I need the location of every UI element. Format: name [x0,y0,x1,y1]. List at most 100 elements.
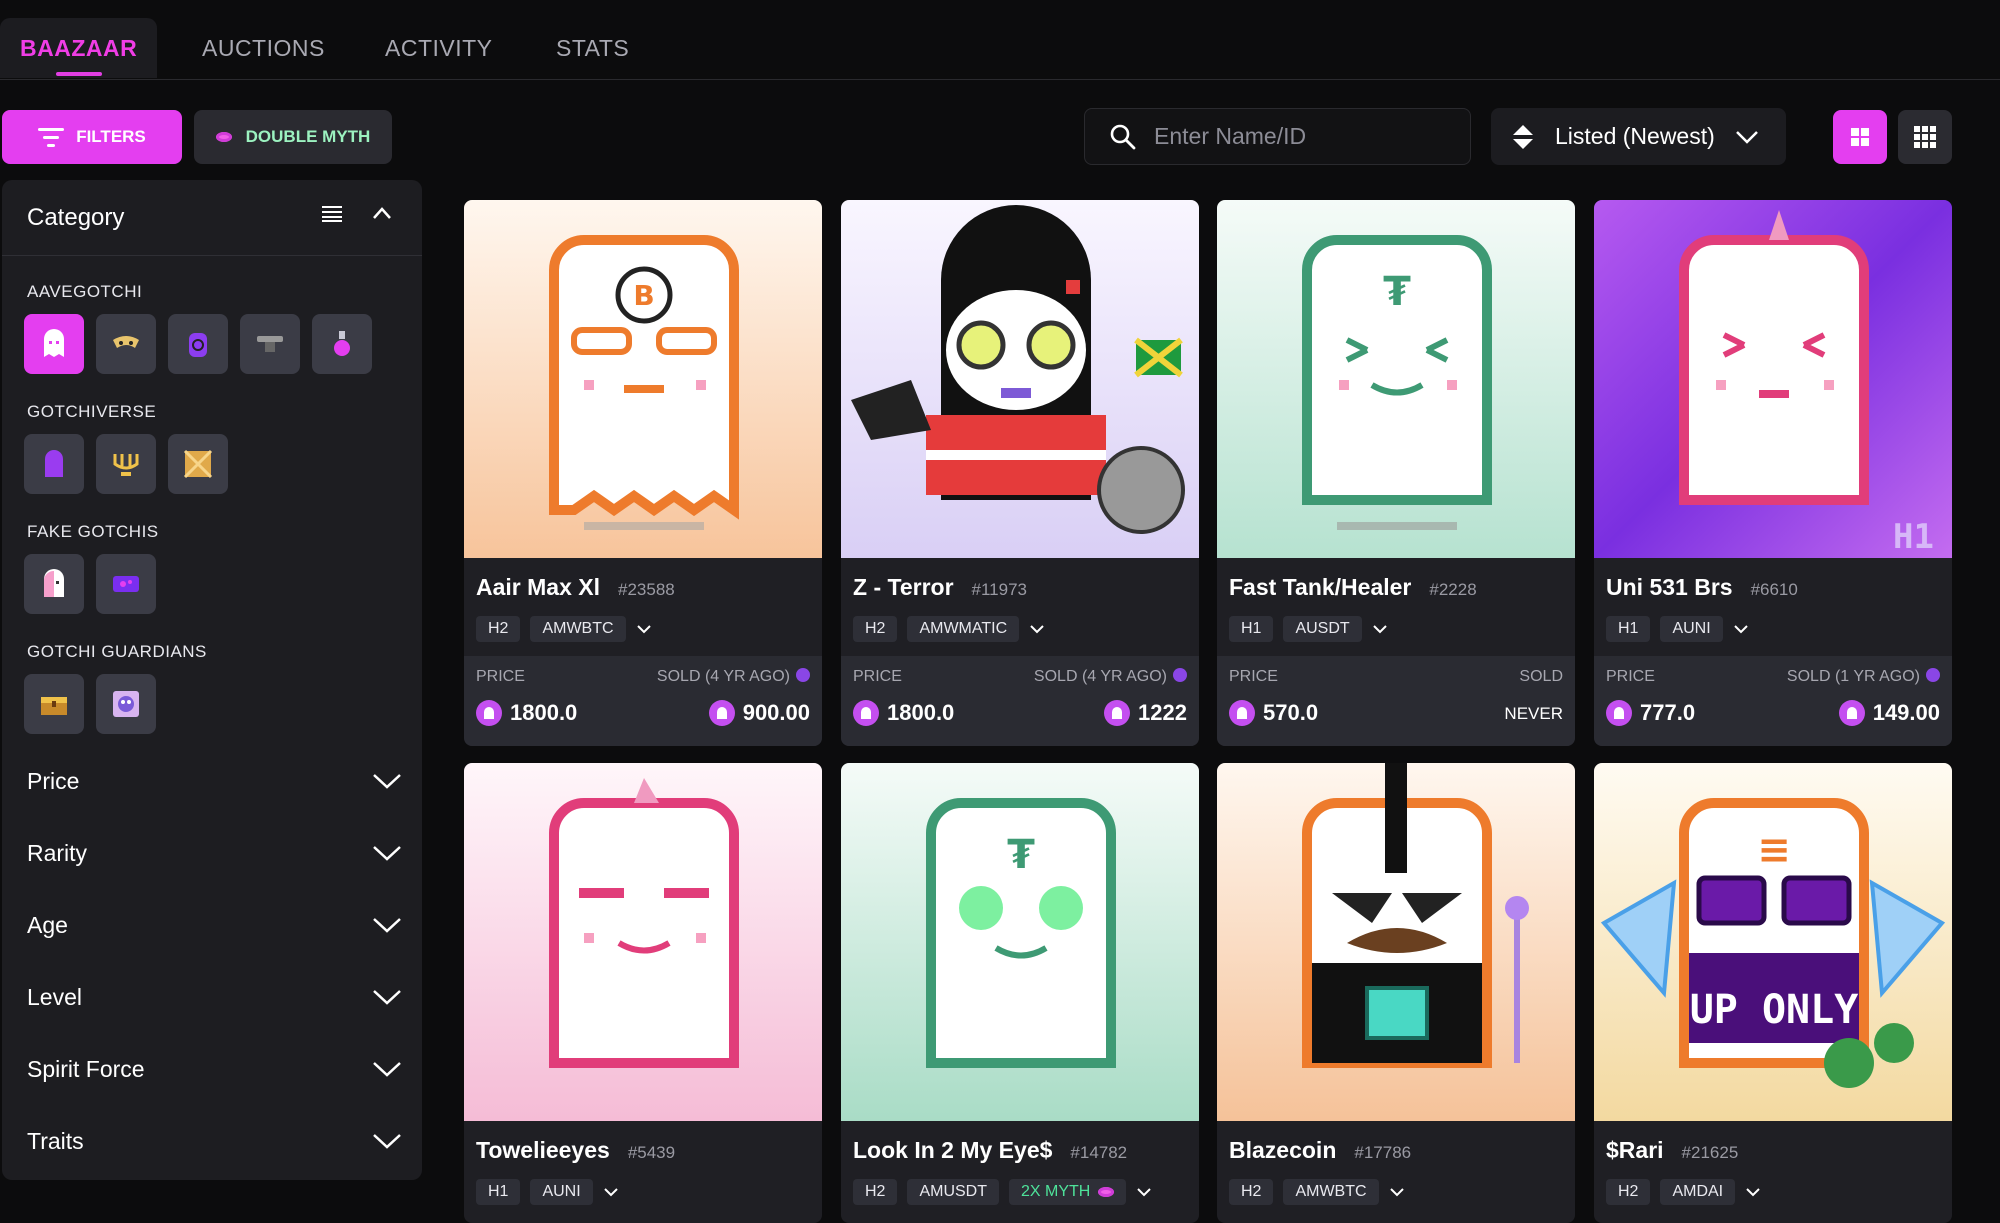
wearable-category-icon[interactable] [96,314,156,374]
price-value: 570.0 [1229,700,1318,726]
filter-age[interactable]: Age [27,900,402,950]
gotchi-id: #5439 [627,1143,676,1162]
double-myth-button[interactable]: DOUBLE MYTH [194,110,392,164]
chevron-up-icon[interactable] [372,206,392,220]
sold-value: NEVER [1504,704,1563,724]
ghst-small-icon [1926,668,1940,682]
grid-large-view-button[interactable] [1833,110,1887,164]
filter-level[interactable]: Level [27,972,402,1022]
grid-small-view-button[interactable] [1898,110,1952,164]
gotchi-card[interactable]: Z - Terror #11973 H2 AMWMATIC PRICE SOLD… [841,200,1199,746]
price-amount: 1800.0 [510,700,578,725]
filters-label: FILTERS [76,127,146,146]
tab-label: BAAZAAR [20,35,138,61]
ghst-icon [1838,700,1865,726]
section-label-aavegotchi: AAVEGOTCHI [27,282,143,301]
haunt-tag: H2 [476,616,521,642]
guardian-skin-icon[interactable] [96,674,156,734]
tab-stats[interactable]: STATS [556,18,629,78]
consumable-category-icon[interactable] [312,314,372,374]
sort-dropdown[interactable]: Listed (Newest) [1491,108,1786,165]
search-input[interactable] [1154,123,1454,150]
sold-amount: NEVER [1504,704,1563,723]
chevron-down-icon[interactable] [603,1187,619,1197]
price-panel: PRICE SOLD (1 YR AGO) 777.0 149.00 [1594,656,1952,746]
gotchi-card[interactable]: Blazecoin #17786 H2 AMWBTC [1217,763,1575,1223]
gotchi-id: #17786 [1354,1143,1412,1162]
chevron-down-icon [1735,130,1758,144]
price-label: PRICE [1229,668,1278,685]
chevron-down-icon[interactable] [1029,624,1045,634]
gotchi-category-icon[interactable] [24,314,84,374]
chevron-down-icon[interactable] [1733,624,1749,634]
sold-value: 900.00 [708,700,810,726]
myth-eye-icon [1098,1187,1115,1197]
filters-button[interactable]: FILTERS [2,110,182,164]
section-label-fake-gotchis: FAKE GOTCHIS [27,522,159,541]
price-label: PRICE [476,668,525,685]
filter-spirit-force[interactable]: Spirit Force [27,1044,402,1094]
fake-gotchi-pack-icon[interactable] [96,554,156,614]
section-label-gotchiverse: GOTCHIVERSE [27,402,157,421]
card-title: Towelieeyes #5439 [476,1137,675,1164]
fake-gotchi-card-icon[interactable] [24,554,84,614]
filter-icon [38,128,65,147]
filter-rarity[interactable]: Rarity [27,828,402,878]
aavegotchi-chips [24,314,372,374]
tab-auctions[interactable]: AUCTIONS [202,18,325,78]
filter-label: Age [27,911,68,938]
active-tab-indicator [55,72,102,76]
filter-traits[interactable]: Traits [27,1116,402,1166]
ghst-icon [853,700,879,726]
gotchi-card[interactable]: ₮ Fast Tank/Healer #2228 H1 AUSDT PRICE … [1217,200,1575,746]
filter-label: Level [27,983,82,1010]
gotchi-image [1217,763,1575,1121]
card-tags: H2 AMUSDT 2X MYTH [853,1179,1152,1205]
guardian-chest-icon[interactable] [24,674,84,734]
installation-category-icon[interactable] [240,314,300,374]
chevron-down-icon[interactable] [1136,1187,1152,1197]
gotchi-card[interactable]: ≡ UP ONLY $Rari #21625 H2 AMDAI [1594,763,1952,1223]
tab-activity[interactable]: ACTIVITY [385,18,493,78]
chevron-down-icon[interactable] [1372,624,1388,634]
gotchi-card[interactable]: H1 Uni 531 Brs #6610 H1 AUNI PRICE SOLD … [1594,200,1952,746]
chevron-down-icon[interactable] [1745,1187,1761,1197]
chevron-down-icon[interactable] [1389,1187,1405,1197]
svg-text:₮: ₮ [1007,832,1035,878]
ghst-small-icon [796,668,810,682]
gotchi-card[interactable]: B Aair Max Xl #23588 H2 AMWBTC PRICE SOL… [464,200,822,746]
portal-category-icon[interactable] [168,314,228,374]
gotchi-card[interactable]: ₮ Look In 2 My Eye$ #14782 H2 AMUSDT 2X … [841,763,1199,1223]
haunt-tag: H2 [1606,1179,1651,1205]
collateral-tag: AMUSDT [907,1179,1000,1205]
collateral-tag: AMWBTC [530,616,626,642]
gotchi-id: #21625 [1681,1143,1739,1162]
price-amount: 777.0 [1640,700,1696,725]
search-box [1084,108,1471,165]
gotchi-id: #23588 [618,580,675,599]
altar-category-icon[interactable] [96,434,156,494]
list-icon[interactable] [322,204,342,222]
price-label: PRICE [1606,668,1655,685]
grid-small-icon [1914,126,1936,148]
tile-category-icon[interactable] [24,434,84,494]
gotchi-image: ≡ UP ONLY [1594,763,1952,1121]
chevron-down-icon [373,1134,401,1149]
price-panel: PRICE SOLD (4 YR AGO) 1800.0 900.00 [464,656,822,746]
gotchi-guardians-chips [24,674,156,734]
svg-text:H1: H1 [1893,517,1934,557]
gotchi-name: $Rari [1606,1137,1664,1163]
tab-baazaar[interactable]: BAAZAAR [0,18,158,78]
card-title: Aair Max Xl #23588 [476,574,675,601]
gotchi-name: Uni 531 Brs [1606,574,1733,600]
category-header[interactable]: Category [2,180,422,256]
filter-price[interactable]: Price [27,756,402,806]
chevron-down-icon[interactable] [636,624,652,634]
myth-badge-label: 2X MYTH [1021,1183,1091,1200]
haunt-tag: H2 [853,1179,898,1205]
chevron-down-icon [373,846,401,861]
price-panel: PRICE SOLD (4 YR AGO) 1800.0 1222 [841,656,1199,746]
top-navigation: BAAZAAR AUCTIONS ACTIVITY STATS [0,0,2000,80]
gotchi-card[interactable]: Towelieeyes #5439 H1 AUNI [464,763,822,1223]
parcel-category-icon[interactable] [168,434,228,494]
